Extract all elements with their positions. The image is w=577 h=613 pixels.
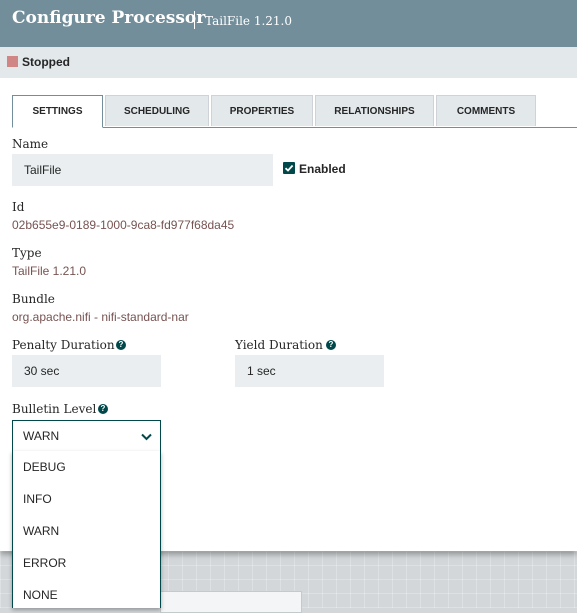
bundle-value: org.apache.nifi - nifi-standard-nar xyxy=(12,310,189,324)
option-warn[interactable]: WARN xyxy=(13,515,160,547)
type-value: TailFile 1.21.0 xyxy=(12,264,87,278)
canvas-component xyxy=(160,591,302,613)
bulletin-level-select[interactable]: WARN xyxy=(12,420,161,451)
name-label: Name xyxy=(12,137,49,151)
tab-properties[interactable]: PROPERTIES xyxy=(211,95,313,126)
check-icon xyxy=(284,164,294,172)
penalty-duration-input[interactable]: 30 sec xyxy=(12,355,161,387)
name-input[interactable]: TailFile xyxy=(12,154,273,186)
dialog-title: Configure Processor xyxy=(12,8,206,28)
bundle-label: Bundle xyxy=(12,292,55,306)
option-info[interactable]: INFO xyxy=(13,483,160,515)
bulletin-level-selected: WARN xyxy=(23,429,60,443)
title-separator xyxy=(194,11,195,29)
status-bar xyxy=(0,47,577,78)
yield-duration-label: Yield Duration xyxy=(235,338,323,352)
tab-settings[interactable]: SETTINGS xyxy=(12,95,103,128)
penalty-duration-label: Penalty Duration xyxy=(12,338,115,352)
tab-comments[interactable]: COMMENTS xyxy=(436,95,536,126)
id-label: Id xyxy=(12,200,25,214)
enabled-label: Enabled xyxy=(299,162,346,176)
chevron-down-icon xyxy=(141,433,152,441)
question-circle-icon[interactable]: ? xyxy=(116,340,126,350)
bulletin-level-dropdown: DEBUG INFO WARN ERROR NONE xyxy=(12,451,161,608)
dialog-subtitle: TailFile 1.21.0 xyxy=(205,14,292,28)
type-label: Type xyxy=(12,246,42,260)
tab-relationships[interactable]: RELATIONSHIPS xyxy=(315,95,434,126)
bulletin-level-label: Bulletin Level xyxy=(12,402,97,416)
enabled-checkbox[interactable] xyxy=(283,162,295,174)
option-error[interactable]: ERROR xyxy=(13,547,160,579)
tab-scheduling[interactable]: SCHEDULING xyxy=(105,95,209,126)
id-value: 02b655e9-0189-1000-9ca8-fd977f68da45 xyxy=(12,218,235,232)
dialog-header: Configure Processor TailFile 1.21.0 xyxy=(0,0,577,47)
stopped-icon xyxy=(7,56,18,67)
question-circle-icon[interactable]: ? xyxy=(98,404,108,414)
option-debug[interactable]: DEBUG xyxy=(13,451,160,483)
run-status: Stopped xyxy=(22,55,70,69)
option-none[interactable]: NONE xyxy=(13,579,160,611)
yield-duration-input[interactable]: 1 sec xyxy=(235,355,384,387)
question-circle-icon[interactable]: ? xyxy=(326,340,336,350)
